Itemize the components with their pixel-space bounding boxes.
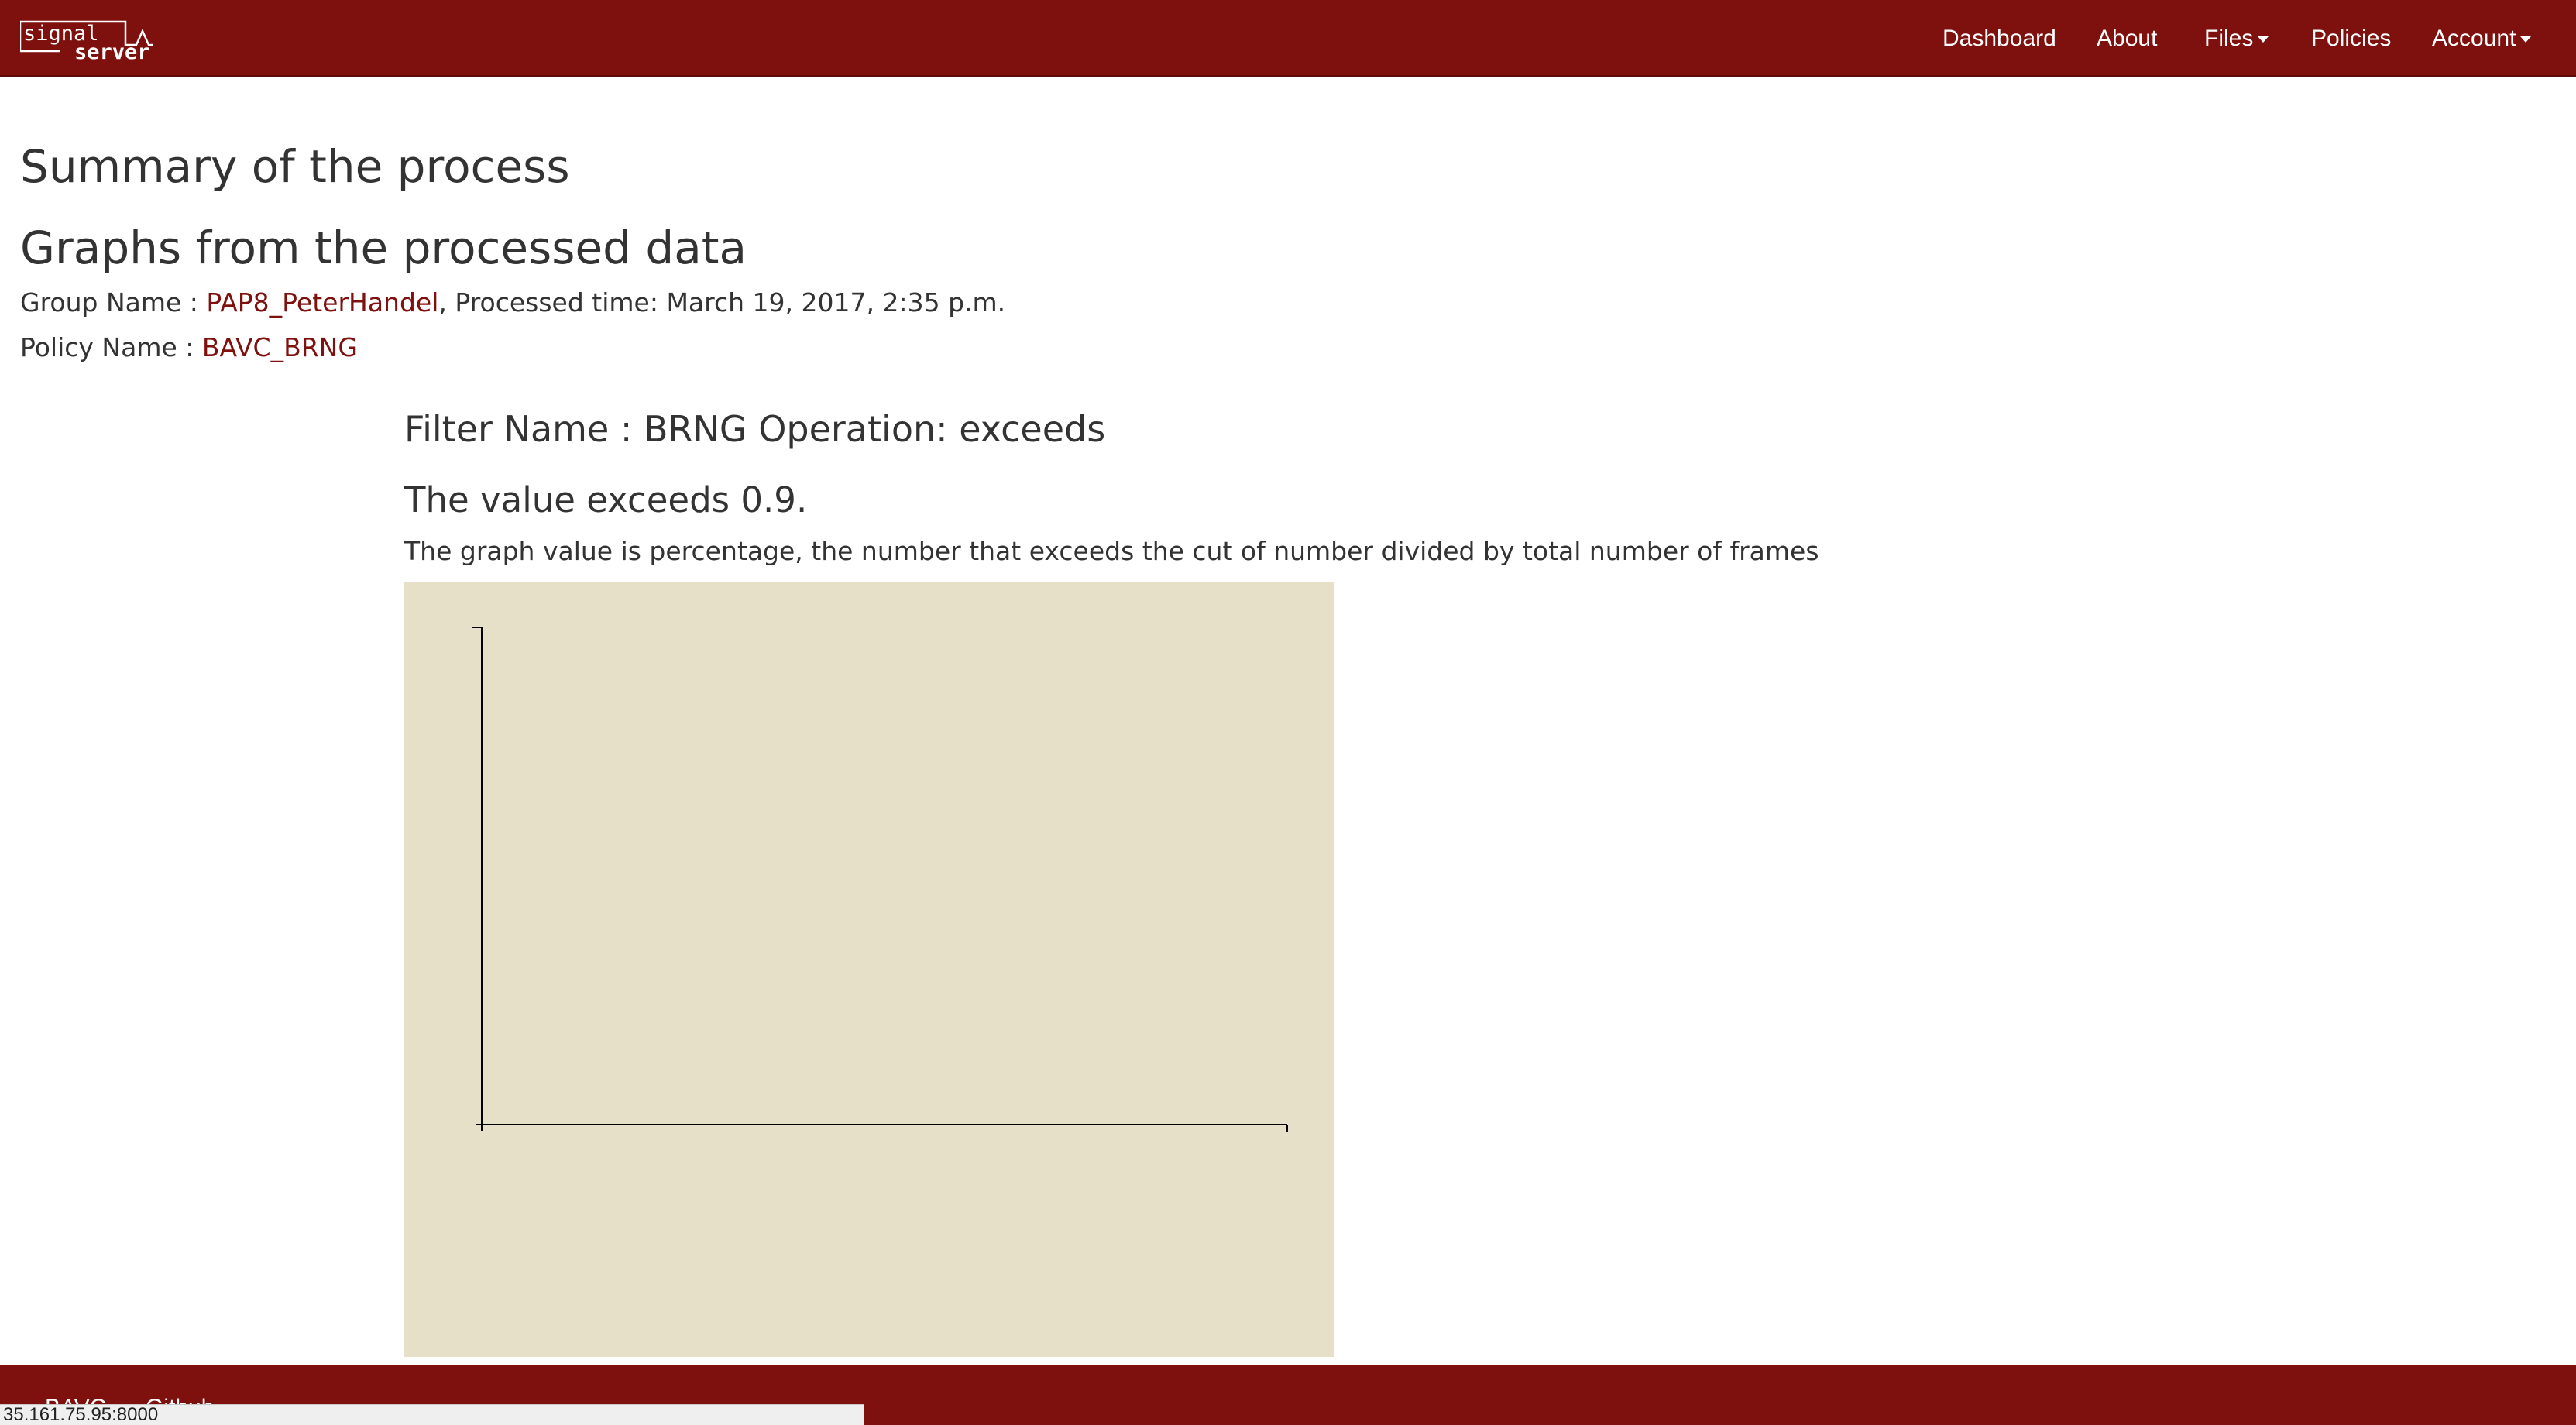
- processed-time: , Processed time: March 19, 2017, 2:35 p…: [438, 287, 1006, 318]
- graphs-heading: Graphs from the processed data: [20, 221, 747, 274]
- group-name-link[interactable]: PAP8_PeterHandel: [206, 287, 438, 318]
- nav-about[interactable]: About: [2097, 23, 2157, 54]
- browser-status-url: 35.161.75.95:8000: [0, 1404, 864, 1425]
- threshold-heading: The value exceeds 0.9.: [404, 479, 808, 520]
- filter-heading: Filter Name : BRNG Operation: exceeds: [404, 408, 1106, 450]
- group-label: Group Name :: [20, 287, 207, 318]
- bar-chart: [472, 627, 1288, 1132]
- nav-dashboard[interactable]: Dashboard: [1942, 23, 2056, 54]
- logo-text-server: server: [74, 40, 150, 62]
- policy-label: Policy Name :: [20, 332, 202, 362]
- signal-server-logo[interactable]: signal server: [20, 15, 183, 62]
- nav-policies[interactable]: Policies: [2311, 23, 2391, 54]
- nav-files-label: Files: [2204, 26, 2254, 51]
- group-info: Group Name : PAP8_PeterHandel, Processed…: [20, 286, 1005, 320]
- policy-name-link[interactable]: BAVC_BRNG: [202, 332, 358, 362]
- caret-down-icon: [2520, 36, 2532, 43]
- nav-files-dropdown[interactable]: Files: [2204, 23, 2269, 54]
- page-title: Summary of the process: [20, 140, 570, 193]
- caret-down-icon: [2258, 36, 2269, 43]
- graph-description: The graph value is percentage, the numbe…: [404, 536, 1819, 566]
- nav-account-label: Account: [2432, 26, 2516, 51]
- chart-panel: [404, 582, 1334, 1357]
- top-navbar: signal server Dashboard About Files Poli…: [0, 0, 2576, 77]
- policy-info: Policy Name : BAVC_BRNG: [20, 331, 358, 365]
- nav-account-dropdown[interactable]: Account: [2432, 23, 2532, 54]
